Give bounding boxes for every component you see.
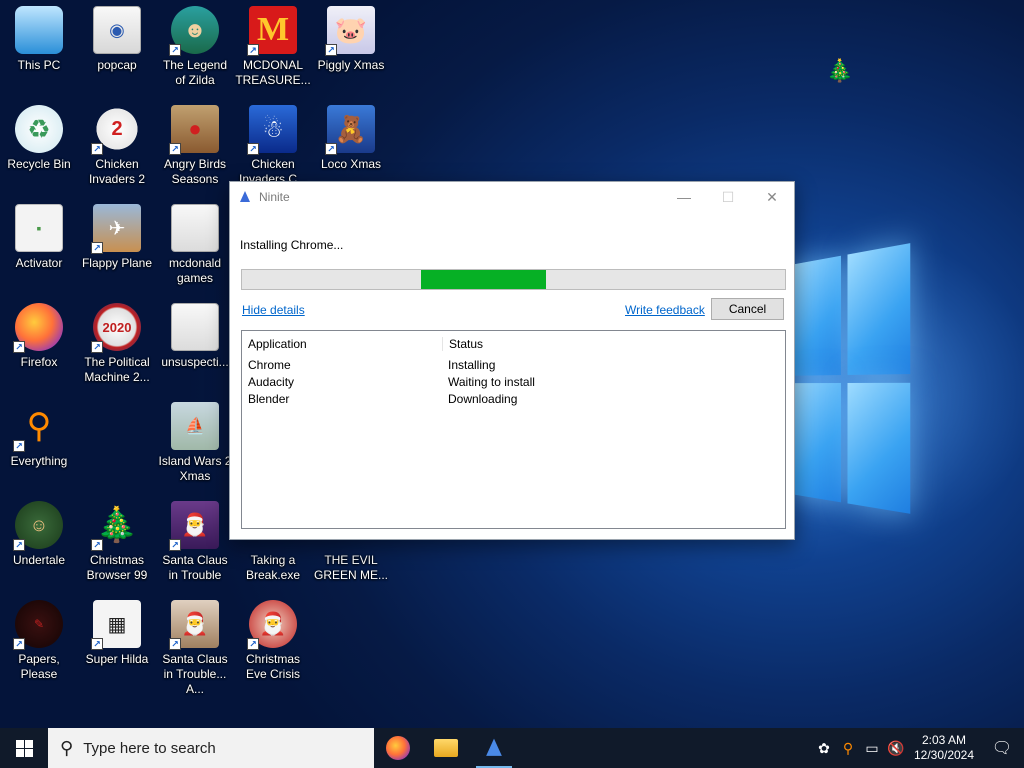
chicken-icon: ☃ ↗	[247, 105, 297, 155]
list-item[interactable]: Chrome Installing	[242, 356, 785, 373]
desktop-icon-christmas-browser[interactable]: 🎄 ↗ Christmas Browser 99	[78, 495, 156, 591]
desktop-icon-santa-claus-in-trouble[interactable]: 🎅 ↗ Santa Claus in Trouble	[156, 495, 234, 591]
install-progress-bar	[241, 269, 786, 290]
firefox-icon	[386, 736, 410, 760]
desktop-icon-mcdonald-treasure[interactable]: M ↗ MCDONAL TREASURE...	[234, 0, 312, 96]
app-status: Waiting to install	[448, 374, 535, 389]
file-icon: ▪	[15, 204, 63, 252]
bear-icon: 🧸 ↗	[325, 105, 375, 155]
clock-date: 12/30/2024	[913, 748, 975, 762]
windows-wallpaper-logo	[788, 243, 912, 527]
taskbar-search-box[interactable]: ⚲ Type here to search	[48, 728, 374, 768]
desktop-icon-recycle-bin[interactable]: ♻ Recycle Bin	[0, 99, 78, 195]
minimize-button[interactable]: —	[662, 182, 706, 212]
system-tray: ✿ ⚲ ▭ 🔇 2:03 AM 12/30/2024 🗨	[812, 728, 1024, 768]
volume-muted-icon[interactable]: 🔇	[884, 740, 908, 757]
desktop-icon-undertale[interactable]: ☺ ↗ Undertale	[0, 495, 78, 591]
notification-center-icon[interactable]: 🗨	[980, 738, 1024, 758]
papers-icon: ✎ ↗	[13, 600, 63, 650]
taskbar-file-explorer[interactable]	[422, 728, 470, 768]
desktop-icon-santa-claus-in-trouble-again[interactable]: 🎅 ↗ Santa Claus in Trouble... A...	[156, 594, 234, 696]
chicken-icon: 2 ↗	[91, 105, 141, 155]
desktop-icon-this-pc[interactable]: This PC	[0, 0, 78, 96]
desktop-icon-legend-of-zilda[interactable]: ☻ ↗ The Legend of Zilda	[156, 0, 234, 96]
folder-icon	[434, 739, 458, 757]
desktop-icon-unsuspecting[interactable]: unsuspecti...	[156, 297, 234, 393]
desktop-icon-everything[interactable]: ⚲ ↗ Everything	[0, 396, 78, 492]
hilda-icon: ▦ ↗	[91, 600, 141, 650]
write-feedback-link[interactable]: Write feedback	[625, 303, 705, 317]
windows-logo-icon	[15, 739, 33, 757]
install-status-text: Installing Chrome...	[240, 238, 344, 252]
desktop-icon-papers-please[interactable]: ✎ ↗ Papers, Please	[0, 594, 78, 690]
desktop-icon-island-wars[interactable]: ⛵ Island Wars 2 Xmas	[156, 396, 234, 492]
close-button[interactable]: ✕	[750, 182, 794, 212]
progress-bar-fill	[421, 270, 547, 289]
desktop-icon-flappy-plane[interactable]: ✈ ↗ Flappy Plane	[78, 198, 156, 294]
undertale-icon: ☺ ↗	[13, 501, 63, 551]
game-icon: ☻ ↗	[169, 6, 219, 56]
santa-icon: 🎅 ↗	[169, 600, 219, 650]
desktop-icon-super-hilda[interactable]: ▦ ↗ Super Hilda	[78, 594, 156, 690]
taskbar-firefox[interactable]	[374, 728, 422, 768]
clock-time: 2:03 AM	[921, 733, 967, 747]
network-icon[interactable]: ▭	[860, 740, 884, 757]
desktop-icon-political-machine[interactable]: 2020 ↗ The Political Machine 2...	[78, 297, 156, 393]
hide-details-link[interactable]: Hide details	[242, 303, 305, 317]
column-header-application[interactable]: Application	[242, 337, 442, 351]
list-item[interactable]: Blender Downloading	[242, 390, 785, 407]
application-status-list[interactable]: Application Status Chrome Installing Aud…	[241, 330, 786, 529]
firefox-icon: ↗	[13, 303, 63, 353]
tree-icon: 🎄 ↗	[91, 501, 141, 551]
plane-icon: ✈ ↗	[91, 204, 141, 254]
column-header-status[interactable]: Status	[442, 336, 762, 351]
cancel-button[interactable]: Cancel	[711, 298, 784, 320]
angry-birds-icon: ● ↗	[169, 105, 219, 155]
app-name: Audacity	[248, 374, 295, 389]
app-status: Downloading	[448, 391, 518, 406]
taskbar: ⚲ Type here to search ✿ ⚲ ▭ 🔇 2:03 AM 12…	[0, 728, 1024, 768]
political-icon: 2020 ↗	[91, 303, 141, 353]
island-icon: ⛵	[171, 402, 219, 450]
santa-icon: 🎅 ↗	[169, 501, 219, 551]
start-button[interactable]	[0, 728, 48, 768]
desktop-icon-activator[interactable]: ▪ Activator	[0, 198, 78, 294]
desktop-icon-angry-birds-seasons[interactable]: ● ↗ Angry Birds Seasons	[156, 99, 234, 195]
search-placeholder: Type here to search	[83, 739, 216, 757]
taskbar-ninite[interactable]	[470, 728, 518, 768]
app-name: Chrome	[248, 357, 291, 372]
tray-app-icon[interactable]: ✿	[812, 740, 836, 757]
recycle-bin-icon: ♻	[15, 105, 63, 153]
search-icon: ⚲	[60, 737, 74, 758]
window-titlebar[interactable]: Ninite — ☐ ✕	[230, 182, 794, 212]
desktop-icon-mcdonald-games[interactable]: mcdonald games	[156, 198, 234, 294]
ninite-window: Ninite — ☐ ✕ Installing Chrome... Hide d…	[229, 181, 795, 540]
mcdonalds-icon: M ↗	[247, 6, 297, 56]
file-icon	[171, 303, 219, 351]
list-item[interactable]: Audacity Waiting to install	[242, 373, 785, 390]
desktop-icon-chicken-invaders-2[interactable]: 2 ↗ Chicken Invaders 2	[78, 99, 156, 195]
desktop-icon-firefox[interactable]: ↗ Firefox	[0, 297, 78, 393]
desktop-icon-piggly-xmas[interactable]: 🐷 ↗ Piggly Xmas	[312, 0, 390, 96]
clock[interactable]: 2:03 AM 12/30/2024	[908, 733, 980, 763]
christmas-tree-cursor-icon: 🎄	[826, 58, 854, 83]
folder-icon	[171, 204, 219, 252]
search-icon: ⚲ ↗	[13, 402, 63, 452]
ninite-icon	[240, 191, 250, 202]
window-title: Ninite	[259, 190, 290, 204]
desktop-icon-christmas-eve-crisis[interactable]: 🎅 ↗ Christmas Eve Crisis	[234, 594, 312, 690]
list-header: Application Status	[242, 331, 785, 356]
pig-icon: 🐷 ↗	[325, 6, 375, 56]
desktop-icon-popcap[interactable]: ◉ popcap	[78, 0, 156, 96]
everything-tray-icon[interactable]: ⚲	[836, 740, 860, 757]
app-status: Installing	[448, 357, 496, 372]
folder-icon: ◉	[93, 6, 141, 54]
app-name: Blender	[248, 391, 290, 406]
santa-icon: 🎅 ↗	[247, 600, 297, 650]
ninite-icon	[486, 738, 502, 756]
computer-icon	[15, 6, 63, 54]
maximize-button[interactable]: ☐	[706, 182, 750, 212]
